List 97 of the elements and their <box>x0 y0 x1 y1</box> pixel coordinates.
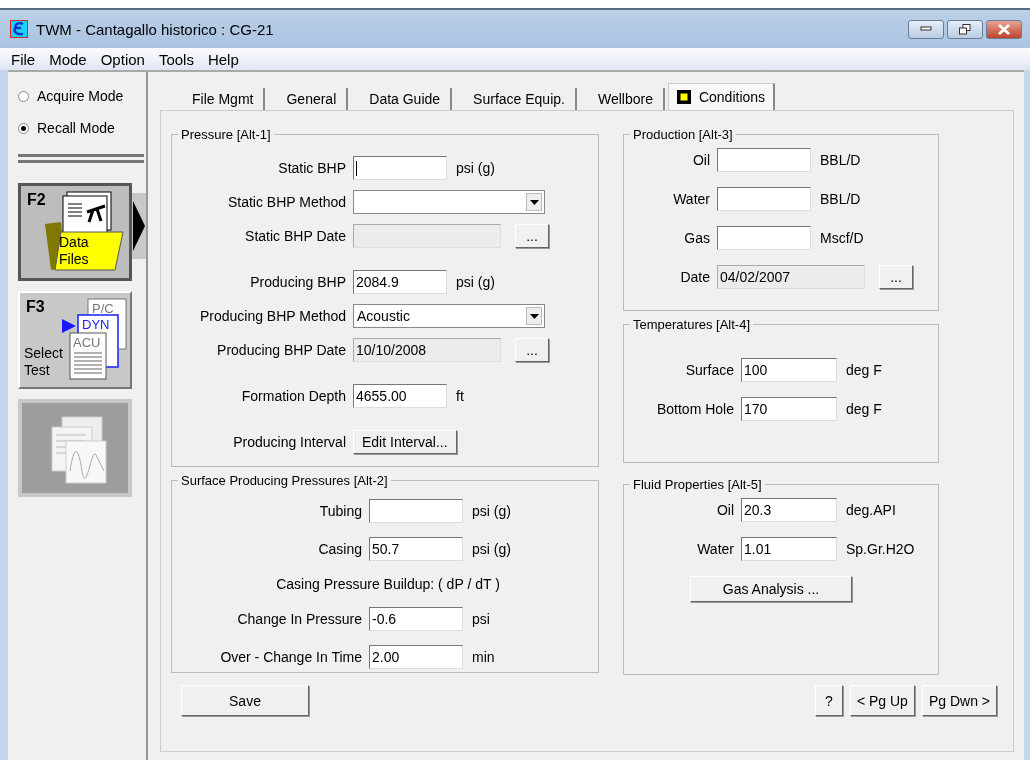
field-label: Oil <box>691 152 710 168</box>
field-label: Formation Depth <box>240 388 346 404</box>
field-label: Gas <box>683 230 710 246</box>
input-field[interactable] <box>717 187 811 211</box>
section-note: Casing Pressure Buildup: ( dP / dT ) <box>276 576 500 592</box>
input-field[interactable]: 20.3 <box>741 498 837 522</box>
input-field[interactable] <box>369 499 463 523</box>
field-label: Bottom Hole <box>655 401 734 417</box>
caret-icon <box>529 199 539 205</box>
group-title: Fluid Properties [Alt-5] <box>632 477 763 492</box>
navigation-button[interactable]: ? <box>814 685 843 716</box>
dropdown[interactable]: Acoustic <box>353 304 545 328</box>
tab[interactable]: Conditions <box>667 83 776 110</box>
window-title: TWM - Cantagallo historico : CG-21 <box>36 20 274 38</box>
function-key-label: F2 <box>27 191 46 209</box>
group-title: Surface Producing Pressures [Alt-2] <box>180 473 389 488</box>
field-label: Casing <box>317 541 362 557</box>
document-label: ACU <box>73 335 101 350</box>
unit-label: min <box>472 649 495 665</box>
action-button[interactable]: Gas Analysis ... <box>690 576 852 602</box>
radio-indicator[interactable] <box>18 90 29 102</box>
field-label: Producing BHP Date <box>216 342 346 358</box>
menu-item[interactable]: Mode <box>44 50 92 68</box>
minimize-icon <box>920 26 932 32</box>
document-label: DYN <box>82 317 110 332</box>
menu-item[interactable]: Option <box>95 50 150 68</box>
menu-item[interactable]: Help <box>202 50 244 68</box>
field-label: Oil <box>715 502 734 518</box>
unit-label: deg.API <box>846 502 896 518</box>
input-field[interactable] <box>353 156 447 180</box>
button-caption: Select Test <box>24 345 64 379</box>
browse-button[interactable]: ... <box>879 265 913 289</box>
field-label: Producing Interval <box>232 434 346 450</box>
caret-icon <box>529 313 539 319</box>
field-label: Water <box>672 191 710 207</box>
minimize-button[interactable] <box>908 19 944 39</box>
input-field[interactable]: 50.7 <box>369 537 463 561</box>
field-label: Producing BHP Method <box>198 308 346 324</box>
field-label: Static BHP Method <box>226 194 346 210</box>
menu-item[interactable]: File <box>6 50 41 68</box>
mode-radio[interactable]: Acquire Mode <box>18 80 146 112</box>
restore-button[interactable] <box>947 19 983 39</box>
unit-label: BBL/D <box>820 152 861 168</box>
radio-indicator[interactable] <box>18 122 29 134</box>
mode-radio[interactable]: Recall Mode <box>18 112 146 144</box>
navigation-button[interactable]: < Pg Up <box>849 685 915 716</box>
unit-label: psi (g) <box>456 274 495 290</box>
date-field[interactable]: 04/02/2007 <box>717 265 865 289</box>
input-field[interactable] <box>717 148 811 172</box>
unit-label: psi (g) <box>472 503 511 519</box>
function-key-button[interactable]: P/C DYN ACU F3 Select Test <box>18 291 132 389</box>
app-icon <box>10 20 28 38</box>
action-button[interactable]: Edit Interval... <box>353 430 457 454</box>
dropdown[interactable] <box>353 190 545 214</box>
input-field[interactable]: -0.6 <box>369 607 463 631</box>
date-field[interactable] <box>353 224 501 248</box>
input-field[interactable]: 2084.9 <box>353 270 447 294</box>
field-label: Producing BHP <box>249 274 346 290</box>
restore-icon <box>959 23 971 35</box>
group-title: Temperatures [Alt-4] <box>632 317 752 332</box>
field-label: Over - Change In Time <box>219 649 362 665</box>
input-field[interactable] <box>717 226 811 250</box>
save-button[interactable]: Save <box>181 685 309 716</box>
close-icon <box>997 23 1011 35</box>
input-field[interactable]: 1.01 <box>741 537 837 561</box>
field-label: Date <box>679 269 710 285</box>
navigation-button[interactable]: Pg Dwn > <box>921 685 997 716</box>
unit-label: deg F <box>846 362 882 378</box>
field-label: Change In Pressure <box>236 611 362 627</box>
browse-button[interactable]: ... <box>515 338 549 362</box>
unit-label: psi (g) <box>456 160 495 176</box>
function-key-label: F3 <box>26 298 45 316</box>
unit-label: Sp.Gr.H2O <box>846 541 915 557</box>
unit-label: ft <box>456 388 464 404</box>
group-title: Pressure [Alt-1] <box>180 127 272 142</box>
unit-label: psi (g) <box>472 541 511 557</box>
group-title: Production [Alt-3] <box>632 127 734 142</box>
unit-label: Mscf/D <box>820 230 864 246</box>
unit-label: deg F <box>846 401 882 417</box>
input-field[interactable]: 2.00 <box>369 645 463 669</box>
field-label: Tubing <box>318 503 362 519</box>
button-caption: Data Files <box>59 234 90 268</box>
field-label: Static BHP <box>277 160 346 176</box>
input-field[interactable]: 100 <box>741 358 837 382</box>
function-key-button[interactable]: F2 Data Files <box>18 183 132 281</box>
input-field[interactable]: 4655.00 <box>353 384 447 408</box>
unit-label: BBL/D <box>820 191 861 207</box>
field-label: Static BHP Date <box>244 228 346 244</box>
browse-button[interactable]: ... <box>515 224 549 248</box>
close-button[interactable] <box>986 19 1022 39</box>
document-label: P/C <box>92 301 114 316</box>
menu-item[interactable]: Tools <box>153 50 199 68</box>
field-label: Water <box>696 541 734 557</box>
date-field[interactable]: 10/10/2008 <box>353 338 501 362</box>
input-field[interactable]: 170 <box>741 397 837 421</box>
unit-label: psi <box>472 611 490 627</box>
field-label: Surface <box>684 362 734 378</box>
